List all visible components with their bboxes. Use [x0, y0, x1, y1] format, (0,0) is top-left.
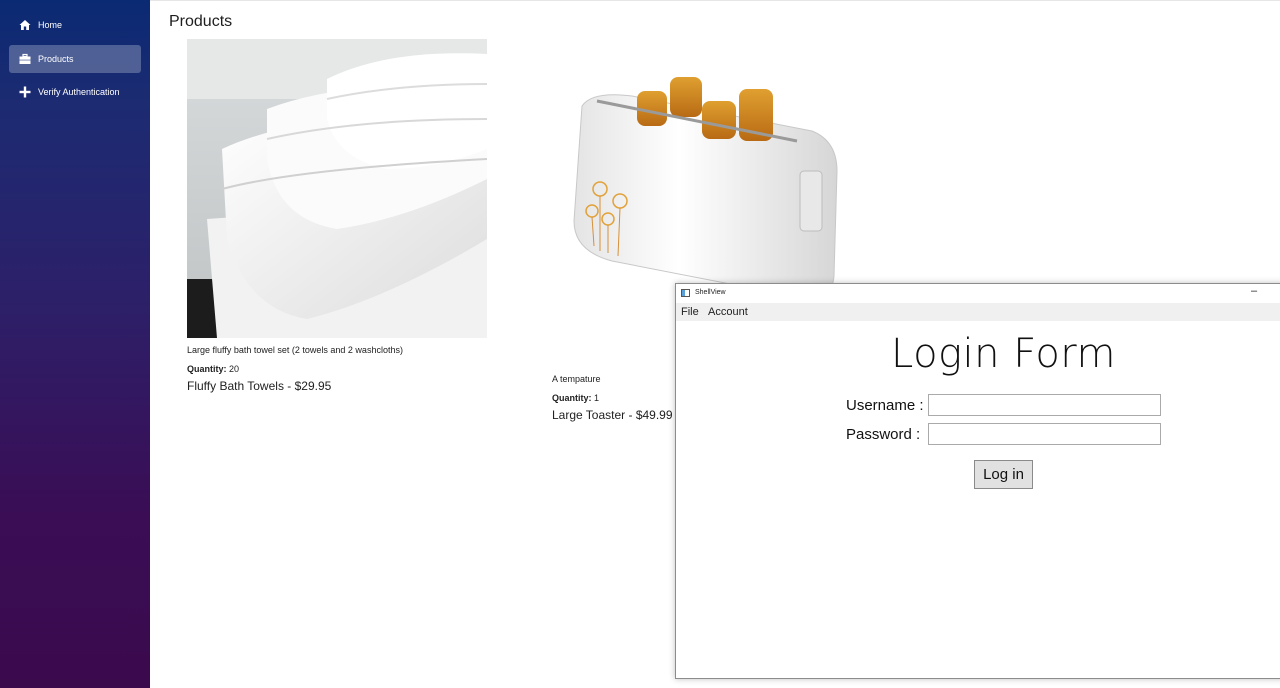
product-name-price[interactable]: Fluffy Bath Towels - $29.95	[187, 379, 331, 393]
briefcase-icon	[19, 53, 31, 65]
quantity-value: 1	[594, 393, 600, 403]
sidebar-item-label: Products	[38, 54, 74, 64]
login-button[interactable]: Log in	[974, 460, 1033, 489]
quantity-value: 20	[229, 364, 240, 374]
app-page: Home Products Verify Authentication Prod…	[0, 0, 1280, 688]
minimize-button[interactable]: –	[1251, 285, 1257, 297]
password-label: Password :	[846, 426, 921, 443]
password-input[interactable]	[928, 423, 1161, 445]
sidebar: Home Products Verify Authentication	[0, 0, 150, 688]
sidebar-item-label: Home	[38, 20, 63, 30]
product-quantity: Quantity: 1	[552, 393, 599, 403]
towels-image	[187, 39, 487, 338]
login-heading: Login Form	[891, 331, 1116, 377]
menu-account[interactable]: Account	[708, 306, 748, 318]
menu-bar: File Account	[676, 303, 1280, 321]
app-window-icon	[681, 289, 690, 297]
product-description: A tempature	[552, 374, 601, 384]
toaster-image	[552, 61, 862, 301]
username-input[interactable]	[928, 394, 1161, 416]
page-title: Products	[169, 13, 233, 30]
menu-file[interactable]: File	[681, 306, 699, 318]
username-label: Username :	[846, 397, 924, 414]
sidebar-item-label: Verify Authentication	[38, 87, 120, 97]
product-quantity: Quantity: 20	[187, 364, 239, 374]
sidebar-item-home[interactable]: Home	[9, 11, 141, 39]
window-title: ShellView	[695, 289, 726, 296]
login-window: ShellView – File Account Login Form User…	[675, 283, 1280, 679]
window-titlebar[interactable]: ShellView –	[676, 284, 1280, 303]
sidebar-item-products[interactable]: Products	[9, 45, 141, 73]
home-icon	[19, 19, 31, 31]
plus-icon	[19, 86, 31, 98]
sidebar-item-verify-authentication[interactable]: Verify Authentication	[9, 78, 141, 106]
quantity-label: Quantity:	[552, 393, 592, 403]
quantity-label: Quantity:	[187, 364, 227, 374]
product-description: Large fluffy bath towel set (2 towels an…	[187, 345, 403, 355]
product-name-price[interactable]: Large Toaster - $49.99	[552, 408, 673, 422]
